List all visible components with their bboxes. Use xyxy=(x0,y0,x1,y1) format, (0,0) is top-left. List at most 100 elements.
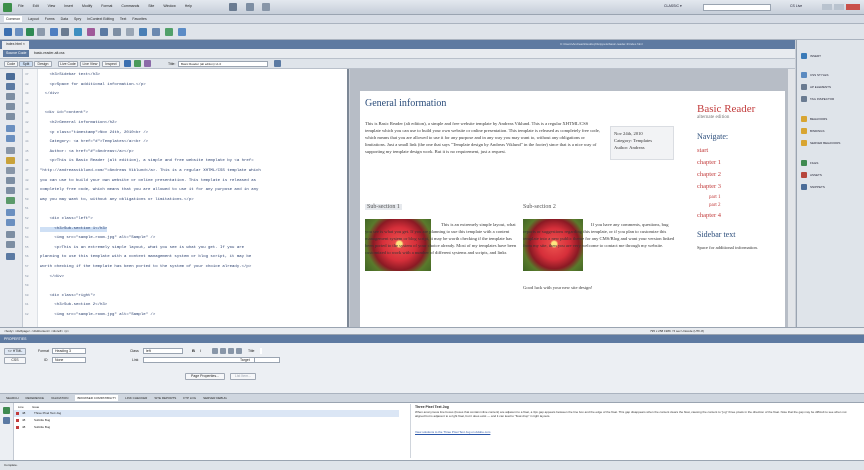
panel-bindings[interactable]: BINDINGS xyxy=(801,127,863,136)
cs-live-button[interactable]: CS Live xyxy=(790,3,802,9)
date-icon[interactable] xyxy=(100,28,108,36)
nav-chapter-4[interactable]: chapter 4 xyxy=(697,212,721,219)
sub-section-1-text[interactable]: This is an extremely simple layout, what… xyxy=(365,221,517,256)
html-mode-button[interactable]: <> HTML xyxy=(4,348,26,355)
code-line[interactable]: <h3>Sidebar text</h3> xyxy=(40,73,100,78)
code-line[interactable]: <img src="sample-room.jpg" alt="Sample" … xyxy=(40,313,155,318)
panel-behaviors[interactable]: BEHAVIORS xyxy=(801,115,863,124)
panel-css-styles[interactable]: CSS STYLES xyxy=(801,71,863,80)
intro-paragraph[interactable]: This is Basic Reader (alt edition), a si… xyxy=(365,120,600,155)
workspace-switcher[interactable]: CLASSIC ▾ xyxy=(664,3,682,9)
related-file-link[interactable]: basic-reader-alt.css xyxy=(34,50,65,57)
tag-selector[interactable]: <body> <div#page> <div#content> <div.lef… xyxy=(4,329,69,334)
issue-row[interactable]: 48 Subtitle Bug xyxy=(14,417,399,424)
next-issue-icon[interactable] xyxy=(3,417,10,424)
panel-ap-elements[interactable]: AP ELEMENTS xyxy=(801,83,863,92)
code-line[interactable]: way you may want to, without any obligat… xyxy=(40,198,194,203)
menu-site[interactable]: Site xyxy=(148,3,154,9)
code-view-button[interactable]: Code xyxy=(4,61,18,67)
layout-icon[interactable] xyxy=(229,3,237,11)
extend-icon[interactable] xyxy=(246,3,254,11)
issue-row[interactable]: 48 Three Pixel Text Jog xyxy=(14,410,399,417)
properties-header[interactable]: PROPERTIES xyxy=(0,335,864,343)
tab-spry[interactable]: Spry xyxy=(74,16,81,22)
horizontal-rule-icon[interactable] xyxy=(37,28,45,36)
code-line[interactable]: worth checking if the template has been … xyxy=(40,265,251,270)
comment-icon[interactable] xyxy=(126,28,134,36)
code-line[interactable]: <img src="sample-room.jpg" alt="Sample" … xyxy=(40,236,155,241)
title-field[interactable]: Basic Reader (alt edition) v1.0 xyxy=(178,61,268,67)
code-line[interactable]: you can use to build your own website or… xyxy=(40,179,256,184)
nav-chapter-2[interactable]: chapter 2 xyxy=(697,171,721,178)
panel-insert[interactable]: INSERT xyxy=(801,52,863,61)
site-title[interactable]: Basic Reader xyxy=(697,103,755,115)
tab-favorites[interactable]: Favorites xyxy=(132,16,146,22)
search-help-input[interactable] xyxy=(703,4,771,11)
source-code-tab[interactable]: Source Code xyxy=(3,50,30,57)
format-select[interactable]: Heading 3 xyxy=(52,348,86,354)
maximize-icon[interactable] xyxy=(834,4,844,10)
nav-part-1[interactable]: part 1 xyxy=(709,195,721,200)
tab-validation[interactable]: VALIDATION xyxy=(51,395,68,401)
refresh-icon[interactable] xyxy=(134,60,141,67)
list-item-button[interactable]: List Item... xyxy=(230,373,256,380)
code-line[interactable]: <p class="timestamp">Nov 24th, 2010<br /… xyxy=(40,131,148,136)
tab-search[interactable]: SEARCH xyxy=(6,395,19,401)
timestamp-box[interactable]: Nov 24th, 2010 Category: Templates Autho… xyxy=(610,126,674,160)
file-management-icon[interactable] xyxy=(274,60,281,67)
div-icon[interactable] xyxy=(61,28,69,36)
live-view-button[interactable]: Live View xyxy=(80,61,100,67)
tab-text[interactable]: Text xyxy=(120,16,126,22)
issue-row[interactable]: 48 Subtitle Bug xyxy=(14,424,399,431)
sidebar-title[interactable]: Sidebar text xyxy=(697,230,735,239)
tab-incontext[interactable]: InContext Editing xyxy=(87,16,114,22)
sidebar-text[interactable]: Space for additional information. xyxy=(697,244,767,251)
code-line[interactable]: completely free code, which means that y… xyxy=(40,188,258,193)
code-line[interactable]: Author: <a href="#">Andreas</a></p> xyxy=(40,150,134,155)
named-anchor-icon[interactable] xyxy=(26,28,34,36)
tab-reference[interactable]: REFERENCE xyxy=(26,395,45,401)
sub-section-2-title[interactable]: Sub-section 2 xyxy=(523,204,556,210)
tab-browser-compatibility[interactable]: BROWSER COMPATIBILITY xyxy=(75,395,119,401)
minimize-icon[interactable] xyxy=(822,4,832,10)
table-icon[interactable] xyxy=(50,28,58,36)
tag-chooser-icon[interactable] xyxy=(178,28,186,36)
media-icon[interactable] xyxy=(87,28,95,36)
split-view-button[interactable]: Split xyxy=(19,61,33,67)
menu-window[interactable]: Window xyxy=(163,3,175,9)
preview-browser-icon[interactable] xyxy=(124,60,131,67)
issue-detail-link[interactable]: View solutions to the Three Pixel Text J… xyxy=(415,430,862,434)
tab-data[interactable]: Data xyxy=(61,16,68,22)
tab-forms[interactable]: Forms xyxy=(45,16,55,22)
email-link-icon[interactable] xyxy=(15,28,23,36)
menu-commands[interactable]: Commands xyxy=(121,3,139,9)
menu-format[interactable]: Format xyxy=(101,3,112,9)
head-icon[interactable] xyxy=(139,28,147,36)
outdent-icon[interactable] xyxy=(228,348,234,354)
tab-layout[interactable]: Layout xyxy=(28,16,39,22)
code-line[interactable]: <h2>General information</h2> xyxy=(40,121,117,126)
panel-tag-inspector[interactable]: TAG INSPECTOR xyxy=(801,95,863,104)
document-tab[interactable]: index.html × xyxy=(2,41,29,49)
bold-button[interactable]: B xyxy=(192,348,198,354)
panel-snippets[interactable]: SNIPPETS xyxy=(801,183,863,192)
templates-icon[interactable] xyxy=(165,28,173,36)
panel-files[interactable]: FILES xyxy=(801,159,863,168)
nav-start[interactable]: start xyxy=(697,147,708,154)
menu-view[interactable]: View xyxy=(48,3,56,9)
code-line[interactable]: </div> xyxy=(40,92,59,97)
sub-section-1-title[interactable]: Sub-section 1 xyxy=(365,204,402,210)
check-compatibility-icon[interactable] xyxy=(3,407,10,414)
code-line[interactable]: "http://andreasviklund.com/">Andreas Vik… xyxy=(40,169,261,174)
live-code-button[interactable]: Live Code xyxy=(58,61,78,67)
hyperlink-icon[interactable] xyxy=(4,28,12,36)
visual-aids-icon[interactable] xyxy=(144,60,151,67)
code-line[interactable]: <div id="content"> xyxy=(40,111,88,116)
script-icon[interactable] xyxy=(152,28,160,36)
italic-button[interactable]: I xyxy=(200,348,206,354)
site-icon[interactable] xyxy=(262,3,270,11)
class-select[interactable]: left xyxy=(143,348,183,354)
code-line[interactable]: <p>Space for additional information.</p> xyxy=(40,83,146,88)
nav-chapter-1[interactable]: chapter 1 xyxy=(697,159,721,166)
sub-section-2-text[interactable]: If you have any comments, questions, bug… xyxy=(523,221,675,249)
